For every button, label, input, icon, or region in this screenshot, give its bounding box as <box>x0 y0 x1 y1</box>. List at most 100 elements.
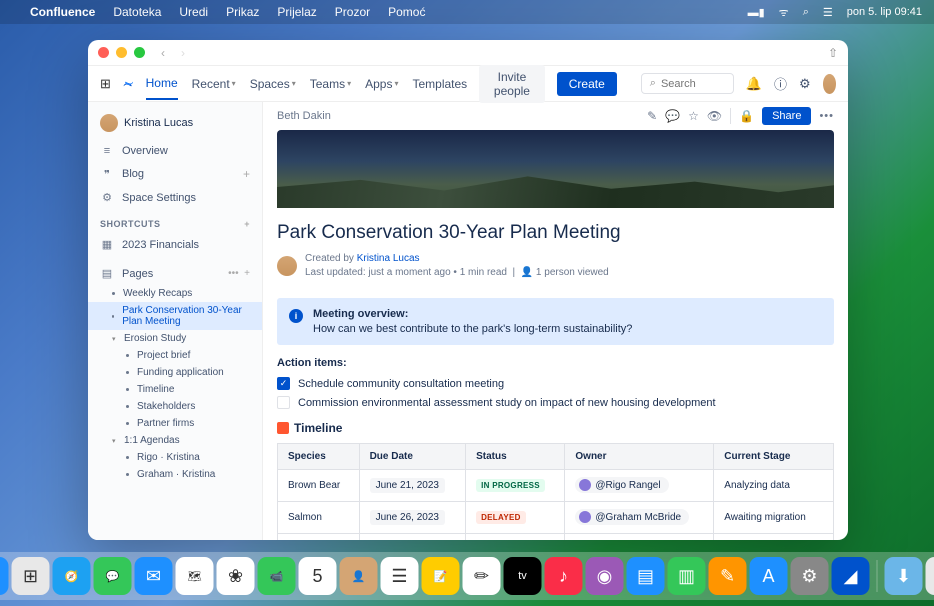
dock-confluence[interactable]: ◢ <box>832 557 870 595</box>
dock-safari[interactable]: 🧭 <box>53 557 91 595</box>
menubar-item[interactable]: Uredi <box>179 5 208 19</box>
tree-item[interactable]: ▾Erosion Study <box>88 330 262 347</box>
nav-templates[interactable]: Templates <box>412 68 467 100</box>
tree-item[interactable]: Stakeholders <box>88 398 262 415</box>
space-owner[interactable]: Kristina Lucas <box>88 110 262 140</box>
tree-item[interactable]: Timeline <box>88 381 262 398</box>
pages-root[interactable]: ▤ Pages ••• + <box>88 262 262 285</box>
wifi-icon[interactable]: ᯤ <box>779 5 789 20</box>
tree-item[interactable]: Funding application <box>88 364 262 381</box>
share-button[interactable]: Share <box>762 107 811 125</box>
dock-reminders[interactable]: ☰ <box>381 557 419 595</box>
menubar-item[interactable]: Pomoć <box>388 5 425 19</box>
menubar-datetime[interactable]: pon 5. lip 09:41 <box>847 6 922 18</box>
dock-launchpad[interactable]: ⊞ <box>12 557 50 595</box>
help-icon[interactable]: ⓘ <box>774 74 787 93</box>
edit-icon[interactable]: ✎ <box>647 109 657 123</box>
sidebar-blog[interactable]: ❞Blog+ <box>88 162 262 186</box>
window-maximize-button[interactable] <box>134 47 145 58</box>
dock-pages[interactable]: ✎ <box>709 557 747 595</box>
tree-item[interactable]: Park Conservation 30-Year Plan Meeting <box>88 302 262 330</box>
dock-podcasts[interactable]: ◉ <box>586 557 624 595</box>
dock-mail[interactable]: ✉ <box>135 557 173 595</box>
chevron-down-icon: ▾ <box>292 79 296 88</box>
author-avatar[interactable] <box>277 256 297 276</box>
menubar-item[interactable]: Prijelaz <box>277 5 316 19</box>
add-button[interactable]: + <box>243 167 250 181</box>
nav-home[interactable]: Home <box>146 68 178 100</box>
macos-share-icon[interactable]: ⇧ <box>828 46 838 60</box>
settings-icon[interactable]: ⚙ <box>799 76 811 92</box>
confluence-logo-icon[interactable] <box>123 76 134 92</box>
chevron-down-icon: ▾ <box>394 79 398 88</box>
nav-teams[interactable]: Teams ▾ <box>310 68 351 100</box>
status-badge: IN PROGRESS <box>476 479 545 492</box>
dock-photos[interactable]: ❀ <box>217 557 255 595</box>
tree-item[interactable]: ▾1:1 Agendas <box>88 432 262 449</box>
spotlight-icon[interactable]: ⌕ <box>803 6 809 19</box>
tree-item[interactable]: Partner firms <box>88 415 262 432</box>
tree-item[interactable]: Project brief <box>88 347 262 364</box>
dock-music[interactable]: ♪ <box>545 557 583 595</box>
dock-calendar[interactable]: 5 <box>299 557 337 595</box>
author-link[interactable]: Kristina Lucas <box>357 253 420 264</box>
tree-item[interactable]: Graham · Kristina <box>88 466 262 483</box>
window-minimize-button[interactable] <box>116 47 127 58</box>
nav-back-button[interactable]: ‹ <box>161 46 165 60</box>
nav-spaces[interactable]: Spaces ▾ <box>250 68 296 100</box>
restrictions-icon[interactable]: 🔒 <box>739 109 754 123</box>
dock-maps[interactable]: 🗺 <box>176 557 214 595</box>
notifications-icon[interactable]: 🔔 <box>746 76 762 92</box>
dock-freeform[interactable]: ✏ <box>463 557 501 595</box>
dock-downloads[interactable]: ⬇ <box>885 557 923 595</box>
action-checkbox[interactable] <box>277 396 290 409</box>
dock-facetime[interactable]: 📹 <box>258 557 296 595</box>
search-box[interactable]: ⌕ <box>641 73 734 94</box>
dock-messages[interactable]: 💬 <box>94 557 132 595</box>
user-mention[interactable]: @Rigo Rangel <box>575 477 668 493</box>
menubar-app-name[interactable]: Confluence <box>30 5 95 19</box>
comment-icon[interactable]: 💬 <box>665 109 680 123</box>
app-switcher-icon[interactable]: ⊞ <box>100 76 111 92</box>
create-button[interactable]: Create <box>557 72 617 96</box>
menubar-item[interactable]: Prozor <box>335 5 370 19</box>
search-input[interactable] <box>661 78 725 90</box>
date-pill: June 26, 2023 <box>370 510 445 525</box>
dock-tv[interactable]: tv <box>504 557 542 595</box>
profile-avatar[interactable] <box>823 74 836 94</box>
nav-forward-button[interactable]: › <box>181 46 185 60</box>
tree-item[interactable]: Weekly Recaps <box>88 285 262 302</box>
action-checkbox[interactable]: ✓ <box>277 377 290 390</box>
star-icon[interactable]: ☆ <box>688 109 699 123</box>
invite-people-button[interactable]: Invite people <box>479 65 545 103</box>
watch-icon[interactable]: 👁 <box>707 109 722 123</box>
dock-numbers[interactable]: ▥ <box>668 557 706 595</box>
menubar-item[interactable]: Datoteka <box>113 5 161 19</box>
more-actions-button[interactable]: ••• <box>819 110 834 122</box>
user-mention[interactable]: @Graham McBride <box>575 509 689 525</box>
control-center-icon[interactable]: ☰ <box>823 6 833 19</box>
date-pill: June 21, 2023 <box>370 478 445 493</box>
shortcut-item[interactable]: ▦ 2023 Financials <box>88 233 262 256</box>
dock-contacts[interactable]: 👤 <box>340 557 378 595</box>
page-main: Beth Dakin ✎ 💬 ☆ 👁 🔒 Share ••• Park Cons… <box>263 102 848 540</box>
dock-finder[interactable]: ☺ <box>0 557 9 595</box>
tree-toggle-icon[interactable]: ▾ <box>112 437 120 445</box>
dock-settings[interactable]: ⚙ <box>791 557 829 595</box>
dock-trash[interactable]: 🗑 <box>926 557 934 595</box>
tree-toggle-icon[interactable]: ▾ <box>112 335 120 343</box>
dock-keynote[interactable]: ▤ <box>627 557 665 595</box>
nav-apps[interactable]: Apps ▾ <box>365 68 398 100</box>
tree-item[interactable]: Rigo · Kristina <box>88 449 262 466</box>
sidebar-overview[interactable]: ≡Overview <box>88 140 262 162</box>
nav-recent[interactable]: Recent ▾ <box>192 68 236 100</box>
window-close-button[interactable] <box>98 47 109 58</box>
dock-appstore[interactable]: A <box>750 557 788 595</box>
menubar-item[interactable]: Prikaz <box>226 5 259 19</box>
pages-more-icon[interactable]: ••• + <box>228 268 250 279</box>
add-shortcut-button[interactable]: + <box>244 219 250 229</box>
battery-icon[interactable]: ▬▮ <box>748 6 765 19</box>
breadcrumb-author[interactable]: Beth Dakin <box>277 110 331 122</box>
dock-notes[interactable]: 📝 <box>422 557 460 595</box>
sidebar-space-settings[interactable]: ⚙Space Settings <box>88 186 262 209</box>
